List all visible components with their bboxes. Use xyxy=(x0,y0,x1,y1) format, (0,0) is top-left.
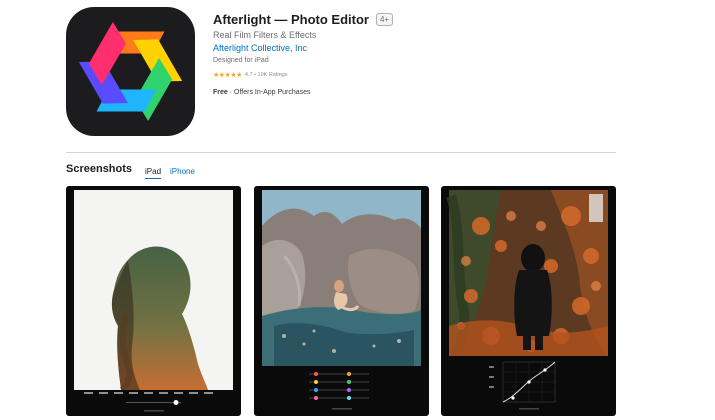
developer-link[interactable]: Afterlight Collective, Inc xyxy=(213,43,307,53)
screenshot-3-image xyxy=(446,190,608,416)
rating-row: ★★★★★ 4.7 • 19K Ratings xyxy=(213,71,287,79)
in-app-purchases-label: · Offers In-App Purchases xyxy=(227,89,311,96)
app-subtitle: Real Film Filters & Effects xyxy=(213,30,317,40)
screenshot-2-image xyxy=(262,190,421,416)
screenshots-heading: Screenshots xyxy=(66,163,133,175)
section-divider xyxy=(66,152,616,153)
rating-text: 4.7 • 19K Ratings xyxy=(244,72,288,78)
price-label: Free xyxy=(213,89,228,96)
screenshot-3[interactable] xyxy=(441,186,616,416)
screenshot-1[interactable] xyxy=(66,186,241,416)
afterlight-logo-icon xyxy=(78,22,183,121)
title-row: Afterlight — Photo Editor 4+ xyxy=(213,12,394,27)
tab-iphone[interactable]: iPhone xyxy=(170,167,195,176)
screenshot-2[interactable] xyxy=(254,186,429,416)
tab-ipad[interactable]: iPad xyxy=(145,167,162,179)
rating-stars-icon: ★★★★★ xyxy=(213,72,242,79)
age-rating-badge: 4+ xyxy=(375,13,394,26)
price-row: Free · Offers In-App Purchases xyxy=(213,89,311,96)
designed-for-label: Designed for iPad xyxy=(213,57,269,64)
screenshot-1-image xyxy=(74,190,233,416)
app-title: Afterlight — Photo Editor xyxy=(213,12,369,27)
app-icon xyxy=(66,7,195,136)
